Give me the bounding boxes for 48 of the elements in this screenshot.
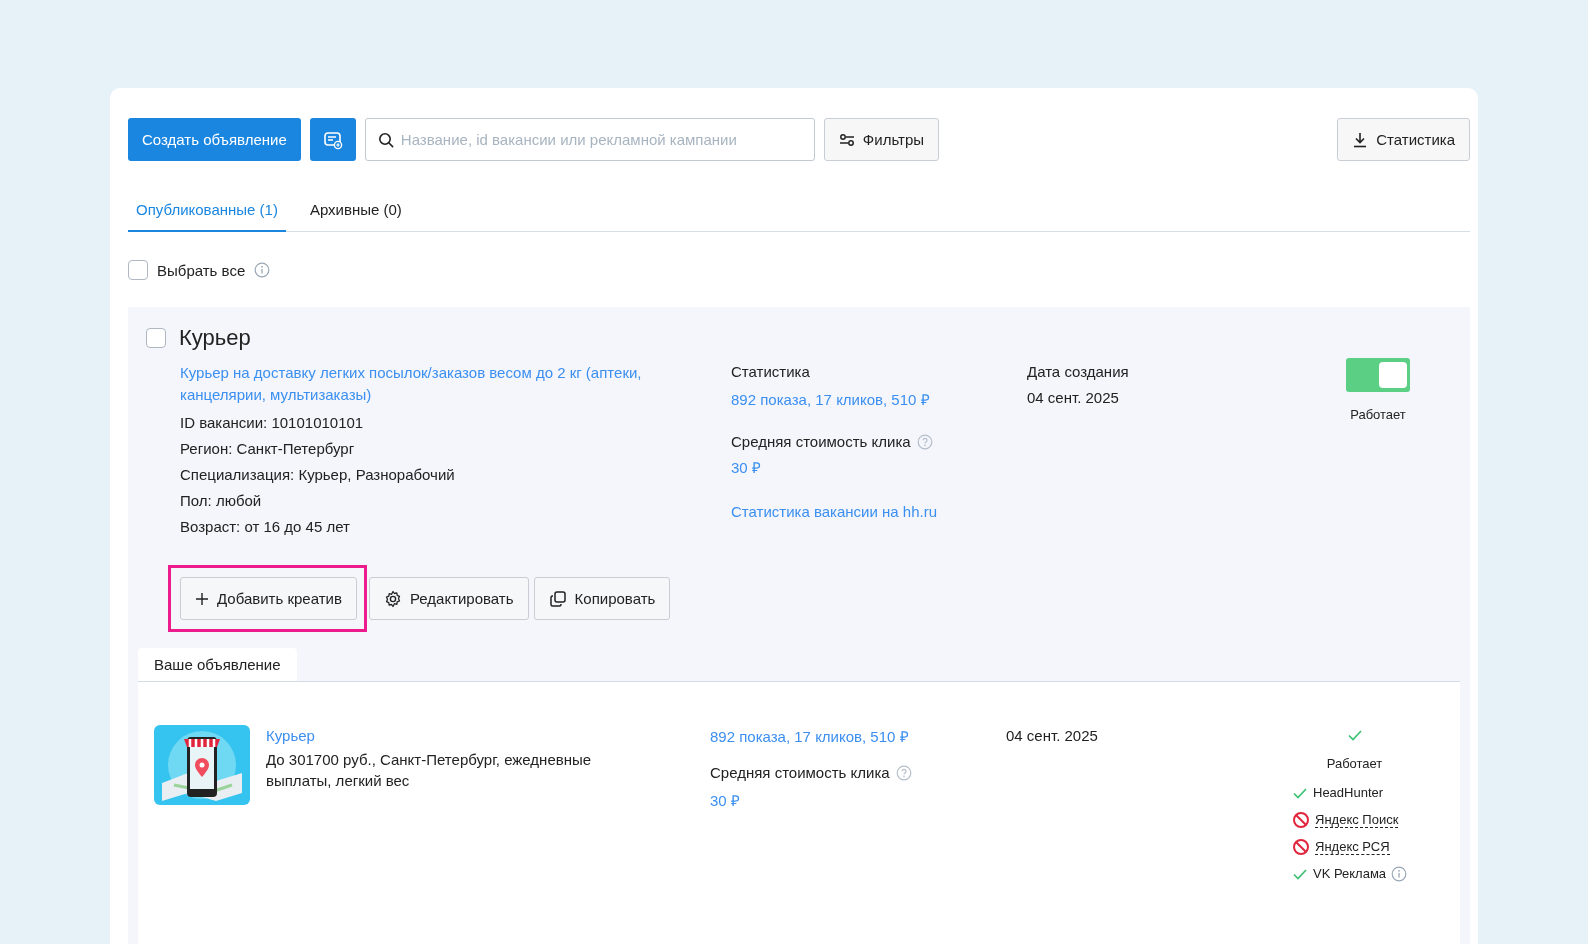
add-button[interactable]: Добавить креатив: [180, 577, 357, 620]
vacancy-detail: ID вакансии: 10101010101: [180, 413, 365, 433]
new-creative-button[interactable]: [309, 118, 356, 161]
create-ad-button[interactable]: Создать объявление: [128, 118, 301, 161]
info-icon: [254, 262, 271, 278]
created-date: 04 сент. 2025: [1027, 389, 1120, 406]
ad-description: До 301700 руб., Санкт-Петербург, ежедневные выплаты, легкий вес: [266, 750, 593, 791]
help-icon: [916, 433, 933, 450]
vacancy-detail: Регион: Санкт-Петербург: [180, 439, 356, 459]
vacancy-title: Курьер: [179, 325, 251, 351]
platform-name[interactable]: Яндекс РСЯ: [1315, 838, 1390, 855]
tab[interactable]: Архивные (0): [301, 189, 410, 232]
search-field[interactable]: Название, id вакансии или рекламной кампании: [364, 118, 815, 161]
plus-icon: [195, 591, 209, 606]
platform-name: HeadHunter: [1313, 785, 1384, 800]
info-icon: [1391, 865, 1408, 882]
card-plus-icon: [322, 129, 343, 150]
filters-button[interactable]: Фильтры: [823, 118, 939, 161]
created-heading: Дата создания: [1027, 362, 1130, 382]
vacancy-detail: Возраст: от 16 до 45 лет: [180, 517, 351, 537]
select-all-checkbox[interactable]: [128, 260, 148, 280]
cpc-label: Средняя стоимость клика: [710, 764, 890, 781]
ad-tab[interactable]: Ваше объявление: [138, 648, 297, 681]
search-icon: [377, 132, 394, 148]
select-all-label: Выбрать все: [157, 261, 246, 279]
ad-date: 04 сент. 2025: [1006, 726, 1099, 746]
filter-sliders-icon: [838, 131, 855, 148]
vacancy-detail: Пол: любой: [180, 491, 263, 511]
edit-button[interactable]: Редактировать: [368, 577, 529, 620]
platform-name: VK Реклама: [1313, 866, 1387, 881]
stats-heading: Статистика: [731, 362, 811, 382]
vacancy-checkbox[interactable]: [146, 328, 166, 348]
statistics-button[interactable]: Статистика: [1337, 118, 1470, 161]
help-icon: [895, 764, 912, 781]
gear-icon: [383, 589, 402, 608]
status-label: Работает: [1350, 407, 1406, 422]
prohibited-icon: [1292, 837, 1310, 856]
tab[interactable]: Опубликованные (1): [128, 189, 286, 232]
platform-name[interactable]: Яндекс Поиск: [1315, 811, 1399, 828]
status-check-icon: [1346, 728, 1363, 742]
copy-button[interactable]: Копировать: [533, 577, 671, 620]
status-label: Работает: [1326, 756, 1383, 771]
download-icon: [1352, 131, 1369, 148]
vacancy-detail: Специализация: Курьер, Разнорабочий: [180, 465, 456, 485]
copy-icon: [548, 589, 567, 608]
cpc-label: Средняя стоимость клика: [731, 433, 911, 450]
status-toggle[interactable]: [1346, 358, 1410, 392]
prohibited-icon: [1292, 810, 1310, 829]
